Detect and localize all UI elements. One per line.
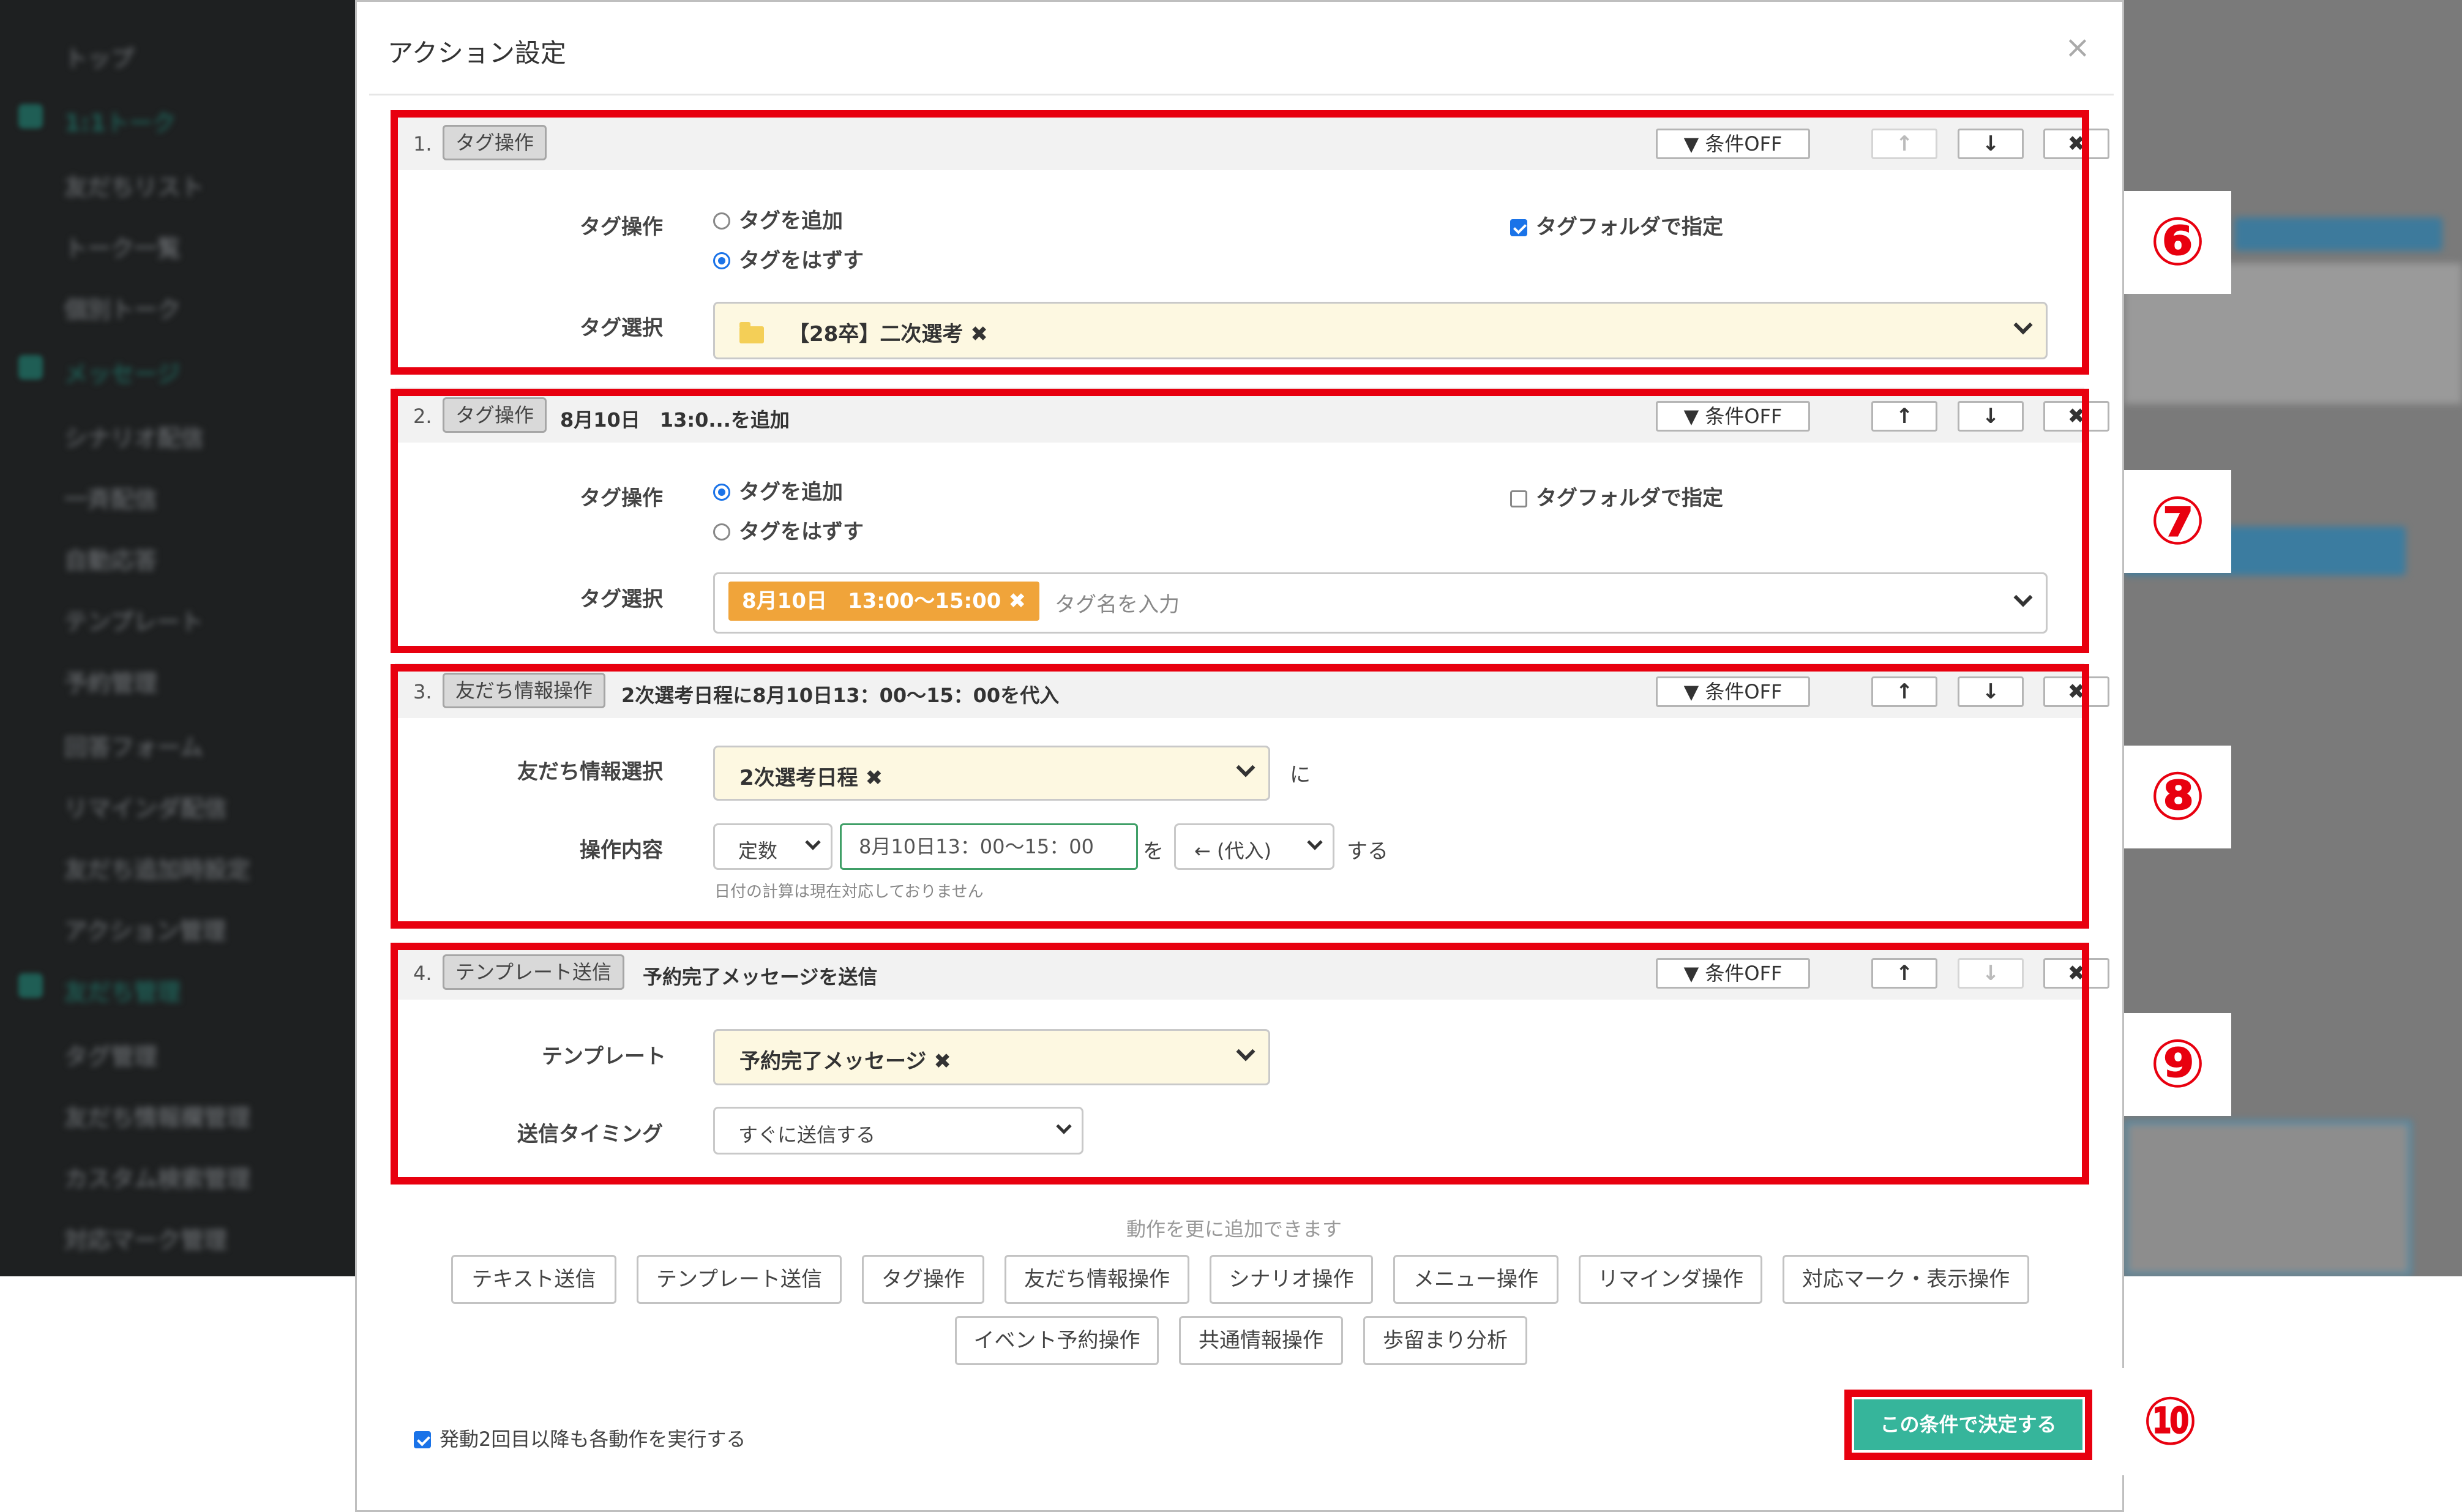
sidebar-item-reservation: 予約管理 [64,670,158,697]
sidebar: トップ 1:1トーク 友だちリスト トーク一覧 個別トーク メッセージ シナリオ… [0,0,355,1276]
add-event-booking-button[interactable]: イベント予約操作 [955,1316,1159,1365]
sidebar-item-action: アクション管理 [64,918,226,945]
help-button [2234,217,2442,251]
confirm-button[interactable]: この条件で決定する [1854,1399,2082,1450]
sidebar-item-talk-list: トーク一覧 [64,235,181,262]
sidebar-item-custom-search: カスタム検索管理 [64,1166,251,1192]
highlight-frame-6 [391,110,2089,375]
sidebar-item-marks: 対応マーク管理 [64,1227,228,1254]
sidebar-item-form: 回答フォーム [64,734,203,761]
close-icon[interactable]: × [2065,29,2090,65]
filter-icon [18,973,43,998]
highlight-frame-9 [391,943,2089,1185]
add-tag-operation-button[interactable]: タグ操作 [862,1255,984,1304]
highlight-frame-7 [391,389,2089,653]
add-yield-analysis-button[interactable]: 歩留まり分析 [1363,1316,1527,1365]
callout-9: ⑨ [2124,1013,2231,1116]
sidebar-item-tags: タグ管理 [64,1043,158,1070]
callout-6: ⑥ [2124,191,2231,294]
callout-10: ⑩ [2117,1368,2224,1475]
star-icon [18,104,43,129]
sidebar-item-friends: 友だちリスト [64,174,204,201]
add-menu-button[interactable]: メニュー操作 [1393,1255,1558,1304]
add-mark-display-button[interactable]: 対応マーク・表示操作 [1783,1255,2029,1304]
add-shared-info-button[interactable]: 共通情報操作 [1179,1316,1343,1365]
sidebar-item-auto-reply: 自動応答 [64,547,158,574]
sidebar-section-message: メッセージ [64,361,181,387]
modal-title: アクション設定 [387,38,566,68]
callout-7: ⑦ [2124,470,2231,573]
sidebar-item-friend-info: 友だち情報欄管理 [64,1104,251,1131]
sidebar-item-template: テンプレート [64,608,203,635]
add-actions-caption: 動作を更に追加できます [1126,1218,1342,1241]
add-scenario-button[interactable]: シナリオ操作 [1210,1255,1373,1304]
sidebar-item-reminder: リマインダ配信 [64,795,228,822]
add-friend-info-button[interactable]: 友だち情報操作 [1005,1255,1189,1304]
sidebar-section-talk: 1:1トーク [64,110,176,137]
sidebar-item-scenario: シナリオ配信 [64,425,204,452]
sidebar-item-top: トップ [64,45,135,72]
sidebar-item-friend-add: 友だち追加時設定 [64,856,251,883]
add-reminder-button[interactable]: リマインダ操作 [1579,1255,1762,1304]
repeat-actions-checkbox[interactable]: 発動2回目以降も各動作を実行する [414,1424,746,1452]
background-table [2124,1120,2412,1276]
sidebar-item-individual-talk: 個別トーク [64,296,181,323]
sidebar-section-friends: 友だち管理 [64,979,181,1006]
callout-8: ⑧ [2124,746,2231,848]
megaphone-icon [18,355,43,380]
sidebar-item-broadcast: 一斉配信 [64,486,158,513]
highlight-frame-8 [391,664,2089,929]
add-text-send-button[interactable]: テキスト送信 [451,1255,616,1304]
checkbox-checked [414,1431,431,1448]
repeat-actions-label: 発動2回目以降も各動作を実行する [440,1428,746,1451]
add-template-send-button[interactable]: テンプレート送信 [637,1255,842,1304]
modal-divider [369,94,2114,95]
